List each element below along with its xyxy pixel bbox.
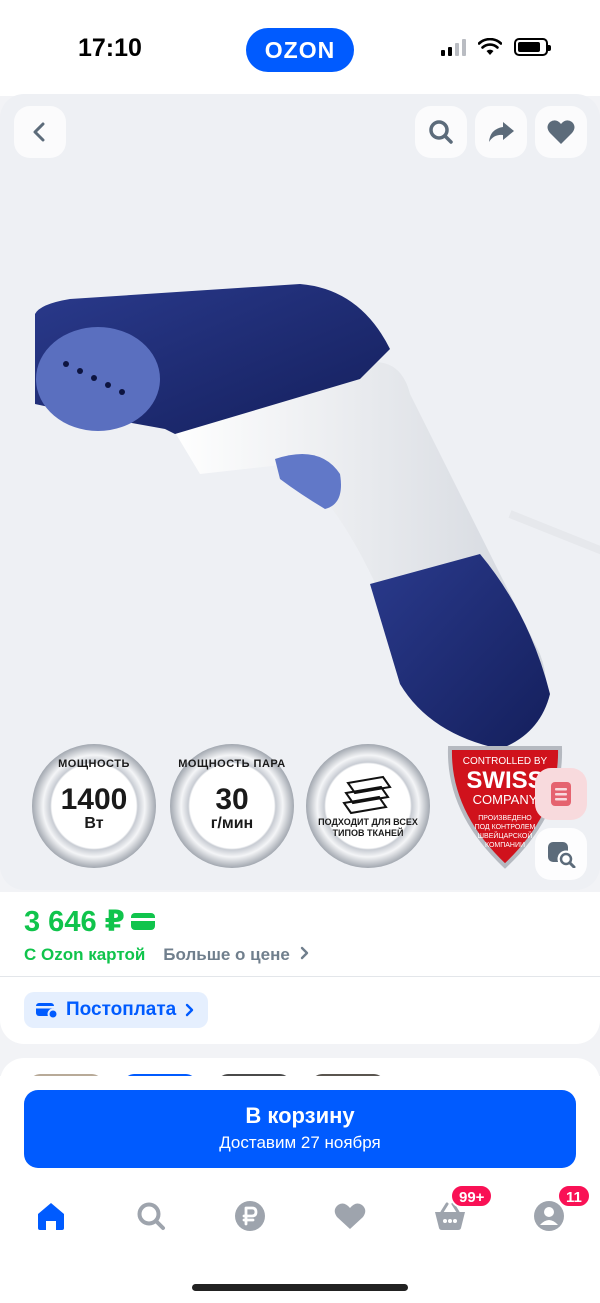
favorite-button[interactable] <box>535 106 587 158</box>
delivery-date-label: Доставим 27 ноября <box>219 1133 381 1152</box>
ruble-icon <box>235 1201 265 1231</box>
image-search-icon <box>548 842 576 868</box>
product-gallery[interactable]: МОЩНОСТЬ 1400 Вт МОЩНОСТЬ ПАРА 30 г/мин … <box>0 94 600 890</box>
more-about-price-link[interactable]: Больше о цене <box>163 945 310 965</box>
search-icon <box>429 120 453 144</box>
power-badge: МОЩНОСТЬ 1400 Вт <box>32 744 156 868</box>
svg-text:ПОД КОНТРОЛЕМ: ПОД КОНТРОЛЕМ <box>475 824 536 831</box>
tab-finance[interactable] <box>230 1196 270 1236</box>
tab-cart[interactable]: 99+ <box>430 1184 494 1236</box>
postpay-label: Постоплата <box>66 999 177 1020</box>
chevron-right-icon <box>186 1003 194 1017</box>
add-to-cart-label: В корзину <box>245 1103 355 1128</box>
signal-icon <box>441 38 466 56</box>
share-button[interactable] <box>475 106 527 158</box>
description-button[interactable] <box>535 768 587 820</box>
heart-icon <box>334 1203 366 1229</box>
search-button[interactable] <box>415 106 467 158</box>
share-icon <box>489 122 514 142</box>
tab-bar: 99+ 11 <box>0 1184 600 1246</box>
add-to-cart-button[interactable]: В корзину Доставим 27 ноября <box>24 1090 576 1168</box>
tab-favorites[interactable] <box>330 1196 370 1236</box>
divider <box>0 976 600 977</box>
price-card: 3 646 ₽ С Ozon картой Больше о цене Пост… <box>0 892 600 1044</box>
more-about-price-label: Больше о цене <box>163 945 290 964</box>
status-icons <box>441 38 551 56</box>
heart-icon <box>547 120 575 144</box>
fabric-badge: ПОДХОДИТ ДЛЯ ВСЕХ ТИПОВ ТКАНЕЙ <box>306 744 430 868</box>
battery-icon <box>514 38 551 56</box>
image-search-button[interactable] <box>535 828 587 880</box>
search-icon <box>137 1202 165 1230</box>
svg-text:SWISS: SWISS <box>466 767 543 794</box>
price-subline: С Ozon картой Больше о цене <box>24 945 311 965</box>
svg-text:COMPANY: COMPANY <box>473 792 538 807</box>
back-button[interactable] <box>14 106 66 158</box>
price: 3 646 ₽ <box>24 904 155 939</box>
svg-text:ПРОИЗВЕДЕНО: ПРОИЗВЕДЕНО <box>478 815 532 822</box>
wifi-icon <box>478 38 502 55</box>
book-icon <box>551 782 571 806</box>
steam-badge: МОЩНОСТЬ ПАРА 30 г/мин <box>170 744 294 868</box>
ozon-logo[interactable]: OZON <box>246 28 354 72</box>
tab-search[interactable] <box>131 1196 171 1236</box>
home-icon <box>38 1203 64 1230</box>
status-time: 17:10 <box>78 34 142 62</box>
svg-text:КОМПАНИИ: КОМПАНИИ <box>485 842 525 849</box>
postpay-card-icon <box>36 1003 58 1019</box>
fabric-layers-icon <box>342 776 392 815</box>
ozon-card-label: С Ozon картой <box>24 945 146 964</box>
svg-text:CONTROLLED BY: CONTROLLED BY <box>463 756 548 767</box>
chevron-right-icon <box>300 946 308 960</box>
tab-home[interactable] <box>31 1196 71 1236</box>
chevron-left-icon <box>33 122 45 142</box>
price-value: 3 646 ₽ <box>24 906 125 938</box>
postpay-chip[interactable]: Постоплата <box>24 992 209 1028</box>
tab-profile[interactable]: 11 <box>529 1184 591 1236</box>
svg-text:ШВЕЙЦАРСКОЙ: ШВЕЙЦАРСКОЙ <box>478 831 533 840</box>
cart-count-badge: 99+ <box>450 1184 494 1208</box>
product-image <box>35 284 600 749</box>
home-indicator <box>192 1284 408 1291</box>
ozon-card-icon <box>130 913 155 930</box>
status-bar: 17:10 OZON <box>0 0 600 96</box>
profile-count-badge: 11 <box>557 1184 591 1208</box>
